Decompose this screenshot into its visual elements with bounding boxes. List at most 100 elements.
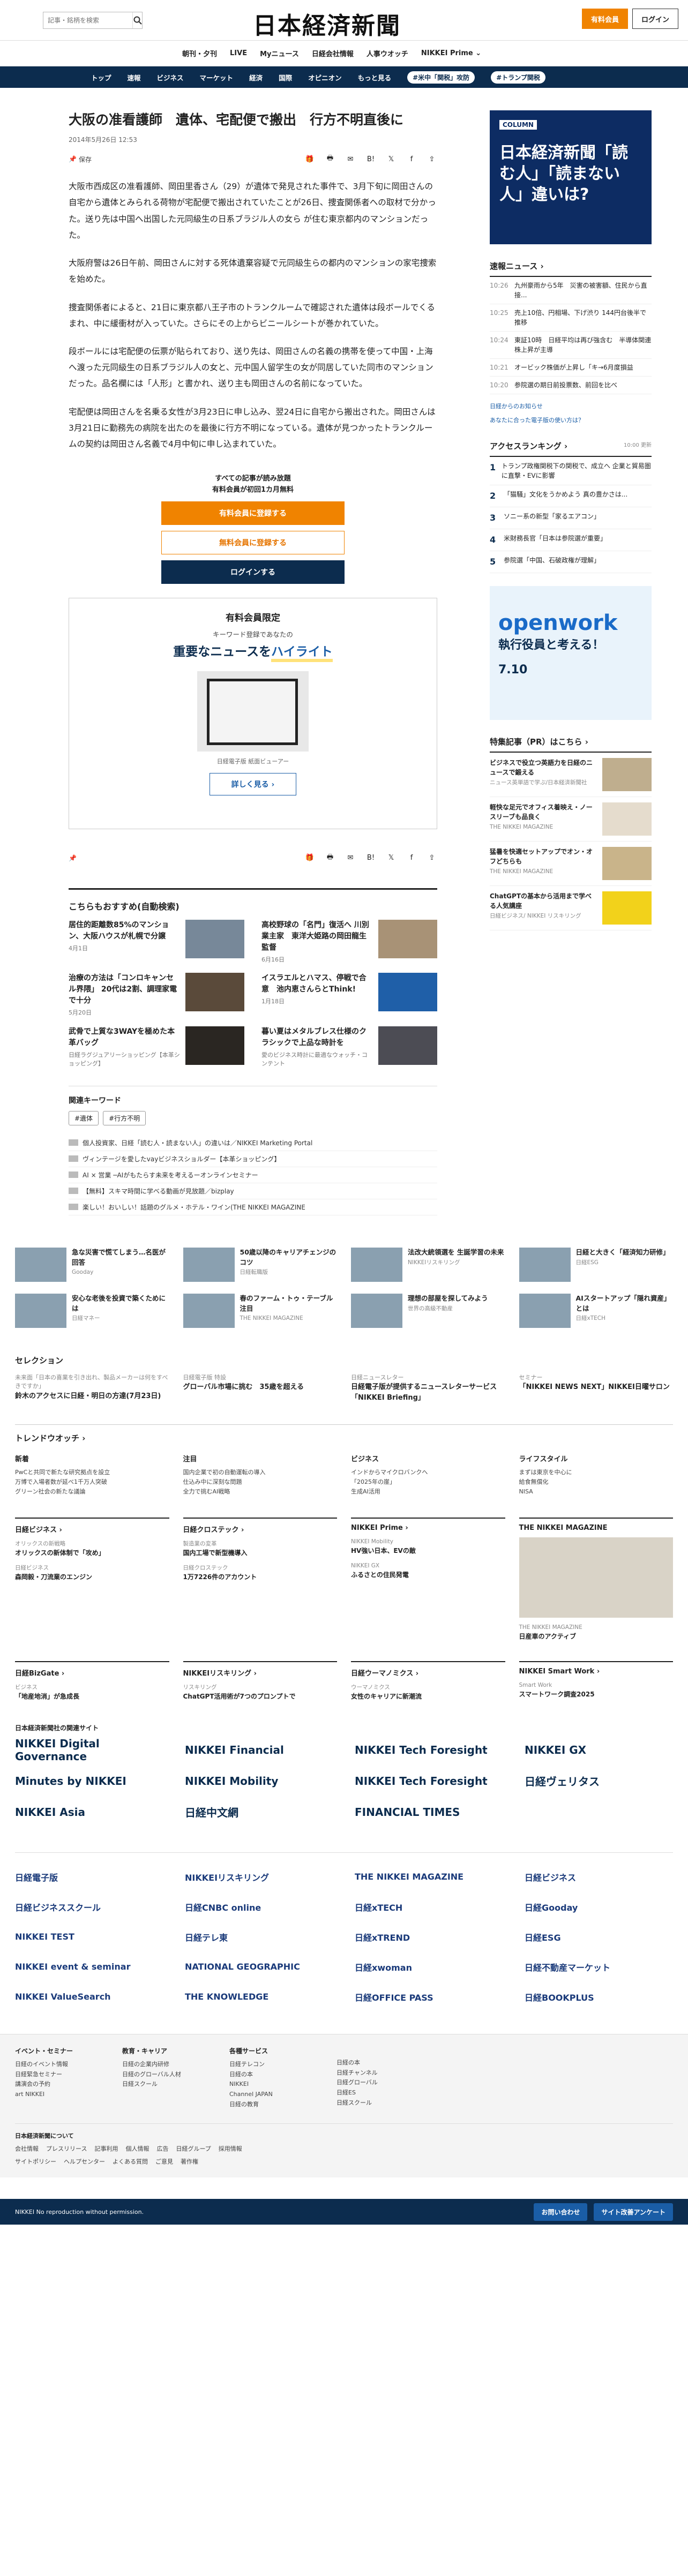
subscribe-button[interactable]: 有料会員	[582, 9, 628, 29]
subnav-item[interactable]: 人事ウオッチ	[367, 48, 408, 58]
service-logo[interactable]: NIKKEI Mobility	[185, 1773, 333, 1789]
gnav-item[interactable]: 速報	[128, 72, 141, 82]
pr-link[interactable]: 楽しい！おいしい！話題のグルメ・ホテル・ワイン(THE NIKKEI MAGAZ…	[69, 1199, 437, 1215]
facebook-icon[interactable]: f	[406, 154, 417, 164]
selection-item[interactable]: 日経電子版 特設 グローバル市場に挑む 35歳を超える	[183, 1373, 338, 1403]
pr-link[interactable]: AI × 営業 ─AIがもたらす未来を考えるーオンラインセミナー	[69, 1167, 437, 1183]
search-box[interactable]	[43, 12, 143, 29]
media-logo[interactable]: 日経xTREND	[355, 1928, 503, 1946]
save-button[interactable]: 📌 保存	[69, 155, 92, 164]
share-icon[interactable]: ⇪	[427, 853, 437, 863]
media-logo[interactable]: NIKKEIリスキリング	[185, 1868, 333, 1886]
media-logo[interactable]: 日経Gooday	[525, 1898, 673, 1916]
usage-link[interactable]: あなたに合った電子版の使い方は？	[490, 416, 652, 424]
news-item[interactable]: 10:20 参院選の期日前投票数、前回を比べ	[490, 377, 652, 394]
media-logo[interactable]: 日経テレ東	[185, 1928, 333, 1946]
news-item[interactable]: 10:21 オービック株価が上昇し「キ→6月度損益	[490, 359, 652, 377]
free-signup-button[interactable]: 無料会員に登録する	[161, 530, 345, 554]
media-logo[interactable]: 日経xwoman	[355, 1958, 503, 1976]
promo-item[interactable]: 春のファーム・トゥ・テーブル注目 THE NIKKEI MAGAZINE	[183, 1293, 338, 1328]
pr-item[interactable]: 猛暑を快適セットアップでオン・オフどちらも THE NIKKEI MAGAZINE	[490, 842, 652, 886]
promo-item[interactable]: 急な災害で慌てしまう…名医が回答 Gooday	[15, 1247, 169, 1282]
recommend-item[interactable]: 治療の方法は「コンロキャンセル界隈」 20代は2割、調理家電で十分 5月20日	[69, 973, 244, 1018]
service-logo[interactable]: NIKKEI GX	[525, 1742, 673, 1758]
subnav-item[interactable]: NIKKEI Prime ⌄	[421, 49, 481, 57]
subnav-item[interactable]: Myニュース	[260, 48, 299, 58]
promo-item[interactable]: 法改大統領選を 生誕学習の未来 NIKKEIリスキリング	[351, 1247, 505, 1282]
mail-icon[interactable]: ✉	[345, 154, 356, 164]
service-logo[interactable]: 日経中文網	[185, 1804, 333, 1820]
sidebar-ad[interactable]: COLUMN 日本経済新聞「読む人」「読まない人」違いは?	[490, 110, 652, 244]
media-logo[interactable]: 日経BOOKPLUS	[525, 1988, 673, 2006]
media-logo[interactable]: 日経ビジネススクール	[15, 1898, 163, 1916]
paid-signup-button[interactable]: 有料会員に登録する	[161, 501, 345, 525]
media-logo[interactable]: 日経xTECH	[355, 1898, 503, 1916]
share-icon[interactable]: ⇪	[427, 154, 437, 164]
media-logo[interactable]: 日経ESG	[525, 1928, 673, 1946]
login-button[interactable]: ログイン	[632, 9, 678, 29]
pr-item[interactable]: ChatGPTの基本から活用まで学べる人気講座 日経ビジネス/ NIKKEI リス…	[490, 886, 652, 930]
pr-item[interactable]: ビジネスで役立つ英語力を日経のニュースで鍛える ニュース英単語で学ぶ/日本経済新聞…	[490, 753, 652, 797]
facebook-icon[interactable]: f	[406, 853, 417, 863]
gnav-item[interactable]: もっと見る	[358, 72, 392, 82]
mail-icon[interactable]: ✉	[345, 853, 356, 863]
service-logo[interactable]: NIKKEI Tech Foresight	[355, 1773, 503, 1789]
gnav-item[interactable]: 国際	[279, 72, 292, 82]
subnav-item[interactable]: 朝刊・夕刊	[182, 48, 217, 58]
service-logo[interactable]: NIKKEI Financial	[185, 1742, 333, 1758]
media-logo[interactable]: 日経不動産マーケット	[525, 1958, 673, 1976]
survey-button[interactable]: サイト改善アンケート	[594, 2203, 673, 2221]
media-logo[interactable]: 日経OFFICE PASS	[355, 1988, 503, 2006]
pr-heading[interactable]: 特集記事（PR）はこちら ›	[490, 736, 652, 753]
gift-icon[interactable]: 🎁	[304, 154, 315, 164]
gift-icon[interactable]: 🎁	[304, 853, 315, 863]
selection-item[interactable]: セミナー 「NIKKEI NEWS NEXT」NIKKEI日曜サロン	[519, 1373, 674, 1403]
ranking-title[interactable]: アクセスランキング ›	[490, 440, 567, 452]
notice-link[interactable]: 日経からのお知らせ	[490, 402, 652, 410]
media-logo[interactable]: 日経電子版	[15, 1868, 163, 1886]
media-logo[interactable]: NATIONAL GEOGRAPHIC	[185, 1958, 333, 1976]
media-logo[interactable]: THE NIKKEI MAGAZINE	[355, 1868, 503, 1886]
pr-link[interactable]: 個人投資家、日経「読む人・読まない人」の違いは／NIKKEI Marketing…	[69, 1135, 437, 1151]
gnav-item[interactable]: 経済	[249, 72, 263, 82]
recommend-item[interactable]: イスラエルとハマス、停戦で合意 池内恵さんらとThink! 1月18日	[261, 973, 437, 1018]
subnav-item[interactable]: 日経会社情報	[312, 48, 354, 58]
service-logo[interactable]: NIKKEI Digital Governance	[15, 1737, 163, 1763]
news-item[interactable]: 10:24 東証10時 日経平均は再び強含む 半導体関連株上昇が主導	[490, 332, 652, 359]
gnav-item[interactable]: トップ	[91, 72, 111, 82]
openwork-ad[interactable]: openwork 執行役員と考える！ 7.10	[490, 586, 652, 720]
x-icon[interactable]: 𝕏	[386, 154, 397, 164]
hatena-icon[interactable]: B!	[365, 853, 376, 863]
pr-link[interactable]: 【無料】スキマ時間に学べる動画が見放題／bizplay	[69, 1183, 437, 1199]
pr-link[interactable]: ヴィンテージを愛したvayビジネスショルダー【本革ショッピング】	[69, 1151, 437, 1167]
site-logo[interactable]: 日本経済新聞	[253, 6, 401, 41]
save-button[interactable]: 📌	[69, 854, 77, 862]
keyword-chip[interactable]: #遺体	[69, 1110, 99, 1125]
gnav-item[interactable]: オピニオン	[308, 72, 342, 82]
recommend-item[interactable]: 暮い夏はメタルブレス仕様のクラシックで上品な時計を 愛のビジネス時計に最適なウォッ…	[261, 1026, 437, 1069]
pr-item[interactable]: 軽快な足元でオフィス着映え・ノースリーブも品良く THE NIKKEI MAGAZ…	[490, 797, 652, 842]
subnav-item[interactable]: LIVE	[230, 49, 247, 57]
recommend-item[interactable]: 居住的距離数85%のマンション、大阪ハウスが札幌で分譲 4月1日	[69, 919, 244, 965]
search-input[interactable]	[43, 17, 132, 24]
promo-item[interactable]: AIスタートアップ「隠れ資産」とは 日経xTECH	[519, 1293, 674, 1328]
selection-item[interactable]: 未来面「日本の喜業を引き出れ、製品メーカーは何をすべきですか」 鈴木のアクセスに日…	[15, 1373, 169, 1403]
gnav-item[interactable]: マーケット	[200, 72, 234, 82]
media-logo[interactable]: NIKKEI event & seminar	[15, 1958, 163, 1976]
magazine-image[interactable]	[519, 1537, 673, 1618]
ranking-item[interactable]: 3 ソニー系の新型「家るエアコン」	[490, 507, 652, 529]
recommend-item[interactable]: 高校野球の「名門」復活へ 川別業主家 東洋大姫路の岡田龍生監督 6月16日	[261, 919, 437, 965]
promo-item[interactable]: 50歳以降のキャリアチェンジのコツ 日経転職版	[183, 1247, 338, 1282]
media-logo[interactable]: THE KNOWLEDGE	[185, 1988, 333, 2006]
media-logo[interactable]: 日経CNBC online	[185, 1898, 333, 1916]
paywall-login-button[interactable]: ログインする	[161, 560, 345, 584]
search-icon[interactable]	[132, 12, 142, 28]
selection-item[interactable]: 日経ニュースレター 日経電子版が提供するニュースレターサービス「NIKKEI Br…	[351, 1373, 505, 1403]
hatena-icon[interactable]: B!	[365, 154, 376, 164]
recommend-item[interactable]: 武骨で上質な3WAYを極めた本革バッグ 日経ラグジュアリーショッピング【本革ショッ…	[69, 1026, 244, 1069]
news-item[interactable]: 10:26 九州豪雨から5年 災害の被害額、住民から直接...	[490, 277, 652, 304]
gnav-item[interactable]: ビジネス	[157, 72, 184, 82]
media-logo[interactable]: 日経ビジネス	[525, 1868, 673, 1886]
trend-heading[interactable]: トレンドウオッチ ›	[15, 1432, 673, 1444]
gnav-tag[interactable]: #米中「関税」攻防	[407, 71, 475, 84]
